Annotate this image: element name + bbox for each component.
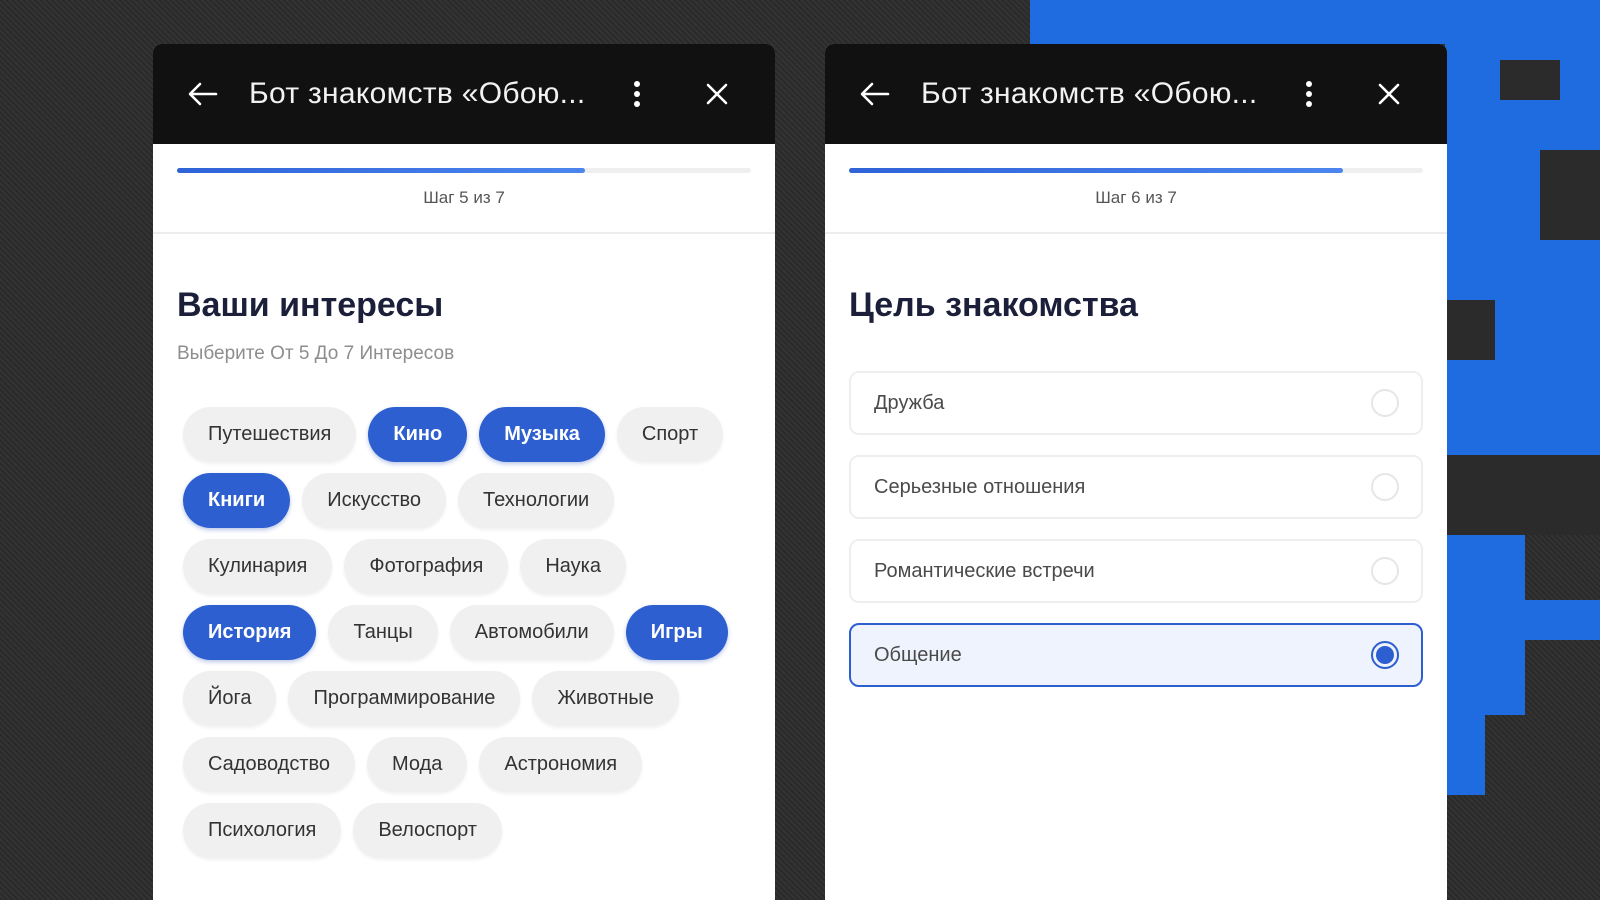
close-button[interactable] (1369, 74, 1409, 114)
kebab-menu-icon (634, 81, 640, 107)
interest-chip-list: Путешествия Кино Музыка Спорт Книги Искусство… (177, 407, 747, 869)
progress-section: Шаг 6 из 7 (825, 144, 1447, 234)
interest-chip[interactable]: Астрономия (479, 737, 643, 792)
more-menu-button[interactable] (1289, 74, 1329, 114)
progress-fill (177, 168, 585, 173)
goal-content: Цель знакомства Дружба Серьезные отношени… (825, 286, 1447, 687)
goal-option[interactable]: Романтические встречи (849, 539, 1423, 603)
step-indicator: Шаг 5 из 7 (423, 188, 505, 207)
arrow-left-icon (860, 82, 890, 106)
interest-chip[interactable]: Технологии (458, 473, 615, 528)
interest-chip[interactable]: Садоводство (183, 737, 356, 792)
goal-option[interactable]: Общение (849, 623, 1423, 687)
interest-chip[interactable]: Мода (367, 737, 468, 792)
interest-chip[interactable]: Искусство (302, 473, 447, 528)
more-menu-button[interactable] (617, 74, 657, 114)
page-subtitle: Выберите От 5 До 7 Интересов (177, 343, 455, 364)
goal-option-label: Дружба (874, 391, 945, 414)
goal-option[interactable]: Серьезные отношения (849, 455, 1423, 519)
interest-chip[interactable]: Программирование (288, 671, 521, 726)
progress-bar (177, 168, 751, 173)
back-button[interactable] (855, 74, 895, 114)
window-titlebar: Бот знакомств «Обою... (825, 44, 1447, 144)
interest-chip[interactable]: Фотография (344, 539, 509, 594)
interest-chip[interactable]: Игры (625, 605, 728, 660)
radio-unchecked-icon[interactable] (1371, 557, 1399, 585)
window-titlebar: Бот знакомств «Обою... (153, 44, 775, 144)
interest-chip[interactable]: Животные (532, 671, 679, 726)
window-title: Бот знакомств «Обою... (921, 77, 1258, 110)
radio-unchecked-icon[interactable] (1371, 473, 1399, 501)
goal-option-label: Романтические встречи (874, 559, 1095, 582)
close-icon (706, 83, 728, 105)
interest-chip[interactable]: Наука (520, 539, 626, 594)
interest-chip[interactable]: Спорт (616, 407, 724, 462)
progress-section: Шаг 5 из 7 (153, 144, 775, 234)
radio-checked-icon[interactable] (1371, 641, 1399, 669)
page-title: Ваши интересы (177, 286, 444, 324)
goal-step-panel: Бот знакомств «Обою... Шаг 6 из 7 Цель з… (825, 44, 1447, 900)
close-button[interactable] (697, 74, 737, 114)
interest-chip[interactable]: Кулинария (183, 539, 333, 594)
interests-step-panel: Бот знакомств «Обою... Шаг 5 из 7 Ваши и… (153, 44, 775, 900)
step-indicator: Шаг 6 из 7 (1095, 188, 1177, 207)
goal-option-list: Дружба Серьезные отношения Романтические в… (849, 371, 1423, 687)
interest-chip[interactable]: История (183, 605, 317, 660)
interest-chip[interactable]: Психология (183, 803, 342, 858)
goal-option-label: Серьезные отношения (874, 475, 1086, 498)
radio-unchecked-icon[interactable] (1371, 389, 1399, 417)
interest-chip[interactable]: Музыка (479, 407, 605, 462)
arrow-left-icon (188, 82, 218, 106)
interest-chip[interactable]: Автомобили (449, 605, 614, 660)
progress-bar (849, 168, 1423, 173)
goal-option[interactable]: Дружба (849, 371, 1423, 435)
window-title: Бот знакомств «Обою... (249, 77, 586, 110)
page-title: Цель знакомства (849, 286, 1138, 324)
interest-chip[interactable]: Велоспорт (353, 803, 502, 858)
back-button[interactable] (183, 74, 223, 114)
kebab-menu-icon (1306, 81, 1312, 107)
interest-chip[interactable]: Книги (183, 473, 291, 528)
interest-chip[interactable]: Кино (368, 407, 468, 462)
interest-chip[interactable]: Танцы (328, 605, 438, 660)
interest-chip[interactable]: Путешествия (183, 407, 357, 462)
radio-dot (1376, 646, 1394, 664)
goal-option-label: Общение (874, 643, 962, 666)
close-icon (1378, 83, 1400, 105)
progress-fill (849, 168, 1343, 173)
interest-chip[interactable]: Йога (183, 671, 277, 726)
interests-content: Ваши интересы Выберите От 5 До 7 Интерес… (153, 286, 775, 869)
